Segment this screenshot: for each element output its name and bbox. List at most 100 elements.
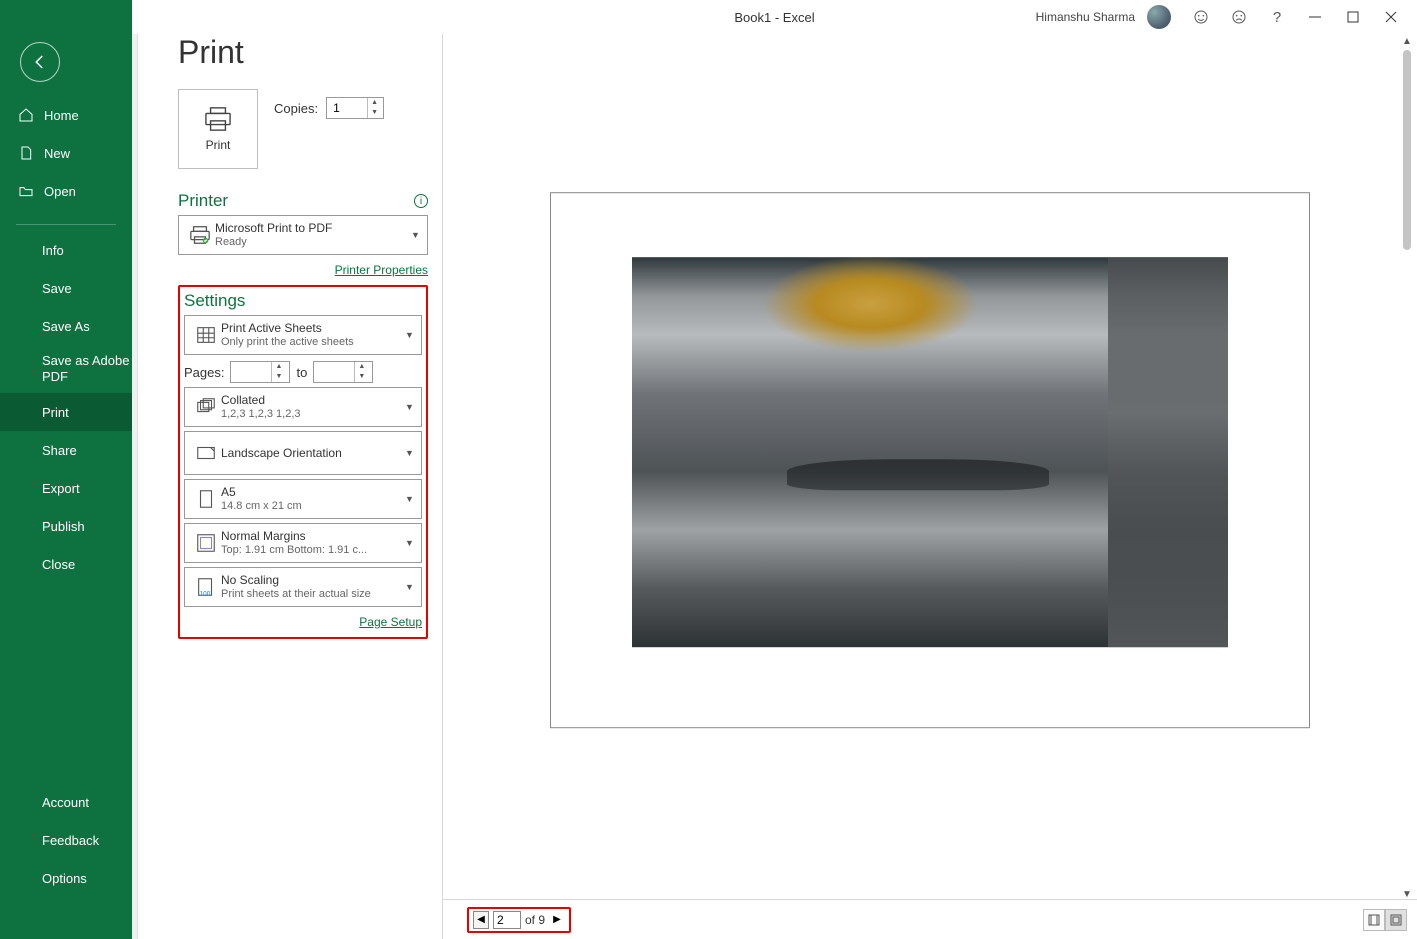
window-title: Book1 - Excel: [734, 10, 814, 25]
help-icon[interactable]: ?: [1269, 9, 1285, 25]
chevron-down-icon: ▼: [405, 402, 417, 412]
account-avatar[interactable]: [1147, 5, 1171, 29]
printer-device-icon: [185, 224, 215, 246]
chevron-down-icon: ▼: [405, 538, 417, 548]
backstage-sidebar: Home New Open Info Save Save As Save as …: [0, 0, 132, 939]
scale-icon: 100: [191, 576, 221, 598]
print-what-title: Print Active Sheets: [221, 321, 405, 335]
zoom-to-page-button[interactable]: [1385, 909, 1407, 931]
paper-size-dropdown[interactable]: A5 14.8 cm x 21 cm ▼: [184, 479, 422, 519]
sidebar-item-label: Account: [42, 795, 89, 810]
show-margins-button[interactable]: [1363, 909, 1385, 931]
minimize-button[interactable]: [1307, 9, 1323, 25]
sidebar-item-saveas[interactable]: Save As: [0, 307, 132, 345]
print-button[interactable]: Print: [178, 89, 258, 169]
pages-to-up[interactable]: ▲: [355, 362, 368, 372]
sidebar-item-options[interactable]: Options: [0, 859, 132, 897]
paper-size-title: A5: [221, 485, 405, 499]
back-button[interactable]: [20, 42, 60, 82]
sidebar-item-label: Export: [42, 481, 80, 496]
preview-image-placeholder: [632, 257, 1228, 647]
collate-title: Collated: [221, 393, 405, 407]
sidebar-item-label: Save As: [42, 319, 90, 334]
chevron-down-icon: ▼: [405, 494, 417, 504]
open-icon: [18, 183, 34, 199]
sidebar-item-label: Info: [42, 243, 64, 258]
page-navigator-highlight-annotation: ◀ of 9 ▶: [467, 907, 571, 933]
printer-name: Microsoft Print to PDF: [215, 221, 411, 235]
sidebar-item-label: Print: [42, 405, 69, 420]
scroll-thumb[interactable]: [1403, 50, 1411, 250]
printer-dropdown[interactable]: Microsoft Print to PDF Ready ▼: [178, 215, 428, 255]
margins-icon: [191, 532, 221, 554]
pages-to-down[interactable]: ▼: [355, 372, 368, 382]
printer-info-icon[interactable]: i: [414, 194, 428, 208]
orientation-dropdown[interactable]: Landscape Orientation ▼: [184, 431, 422, 475]
pages-to-spinner[interactable]: ▲▼: [313, 361, 373, 383]
next-page-button[interactable]: ▶: [549, 911, 565, 929]
sheets-icon: [191, 324, 221, 346]
previous-page-button[interactable]: ◀: [473, 911, 489, 929]
settings-highlight-annotation: Settings Print Active Sheets Only print …: [178, 285, 428, 639]
collate-sub: 1,2,3 1,2,3 1,2,3: [221, 408, 405, 421]
settings-section-heading: Settings: [184, 291, 245, 311]
smile-feedback-icon[interactable]: [1193, 9, 1209, 25]
pages-from-down[interactable]: ▼: [272, 372, 285, 382]
scroll-up-icon[interactable]: ▲: [1399, 36, 1415, 50]
sidebar-item-label: Close: [42, 557, 75, 572]
current-page-input[interactable]: [493, 911, 521, 929]
sidebar-item-home[interactable]: Home: [0, 96, 132, 134]
frown-feedback-icon[interactable]: [1231, 9, 1247, 25]
copies-down[interactable]: ▼: [368, 108, 381, 118]
sidebar-item-print[interactable]: Print: [0, 393, 132, 431]
account-username: Himanshu Sharma: [1036, 10, 1135, 24]
orientation-title: Landscape Orientation: [221, 446, 405, 460]
pages-to-label: to: [296, 365, 307, 380]
margins-dropdown[interactable]: Normal Margins Top: 1.91 cm Bottom: 1.91…: [184, 523, 422, 563]
copies-input[interactable]: [327, 101, 367, 115]
print-what-dropdown[interactable]: Print Active Sheets Only print the activ…: [184, 315, 422, 355]
copies-spinner[interactable]: ▲▼: [326, 97, 384, 119]
chevron-down-icon: ▼: [405, 330, 417, 340]
sidebar-item-label: Publish: [42, 519, 85, 534]
sidebar-item-close[interactable]: Close: [0, 545, 132, 583]
sidebar-item-share[interactable]: Share: [0, 431, 132, 469]
chevron-down-icon: ▼: [405, 582, 417, 592]
maximize-button[interactable]: [1345, 9, 1361, 25]
sidebar-item-feedback[interactable]: Feedback: [0, 821, 132, 859]
sidebar-item-label: Open: [44, 184, 76, 199]
sidebar-item-info[interactable]: Info: [0, 231, 132, 269]
sidebar-item-publish[interactable]: Publish: [0, 507, 132, 545]
page-setup-link[interactable]: Page Setup: [359, 615, 422, 629]
collation-dropdown[interactable]: Collated 1,2,3 1,2,3 1,2,3 ▼: [184, 387, 422, 427]
sidebar-item-account[interactable]: Account: [0, 783, 132, 821]
sidebar-item-label: Save as Adobe PDF: [42, 353, 132, 384]
pages-from-spinner[interactable]: ▲▼: [230, 361, 290, 383]
sidebar-item-open[interactable]: Open: [0, 172, 132, 210]
print-settings-pane: Print Print Copies: ▲▼ Printer i Microso…: [138, 0, 442, 939]
pages-label: Pages:: [184, 365, 224, 380]
printer-properties-link[interactable]: Printer Properties: [335, 263, 428, 277]
chevron-down-icon: ▼: [405, 448, 417, 458]
sidebar-item-save[interactable]: Save: [0, 269, 132, 307]
close-button[interactable]: [1383, 9, 1399, 25]
pages-from-up[interactable]: ▲: [272, 362, 285, 372]
sidebar-item-export[interactable]: Export: [0, 469, 132, 507]
chevron-down-icon: ▼: [411, 230, 423, 240]
sidebar-item-saveadobe[interactable]: Save as Adobe PDF: [0, 345, 132, 393]
sidebar-item-label: Save: [42, 281, 72, 296]
copies-up[interactable]: ▲: [368, 98, 381, 108]
preview-page: [550, 192, 1310, 728]
orientation-icon: [191, 442, 221, 464]
preview-vertical-scrollbar[interactable]: ▲ ▼: [1399, 50, 1415, 889]
margins-sub: Top: 1.91 cm Bottom: 1.91 c...: [221, 544, 405, 557]
pages-from-input[interactable]: [231, 365, 271, 379]
preview-footer: ◀ of 9 ▶: [443, 899, 1417, 939]
sidebar-item-label: Options: [42, 871, 87, 886]
svg-text:100: 100: [200, 590, 211, 597]
scaling-dropdown[interactable]: 100 No Scaling Print sheets at their act…: [184, 567, 422, 607]
sidebar-item-new[interactable]: New: [0, 134, 132, 172]
pages-to-input[interactable]: [314, 365, 354, 379]
sidebar-item-label: New: [44, 146, 70, 161]
print-heading: Print: [178, 34, 428, 71]
